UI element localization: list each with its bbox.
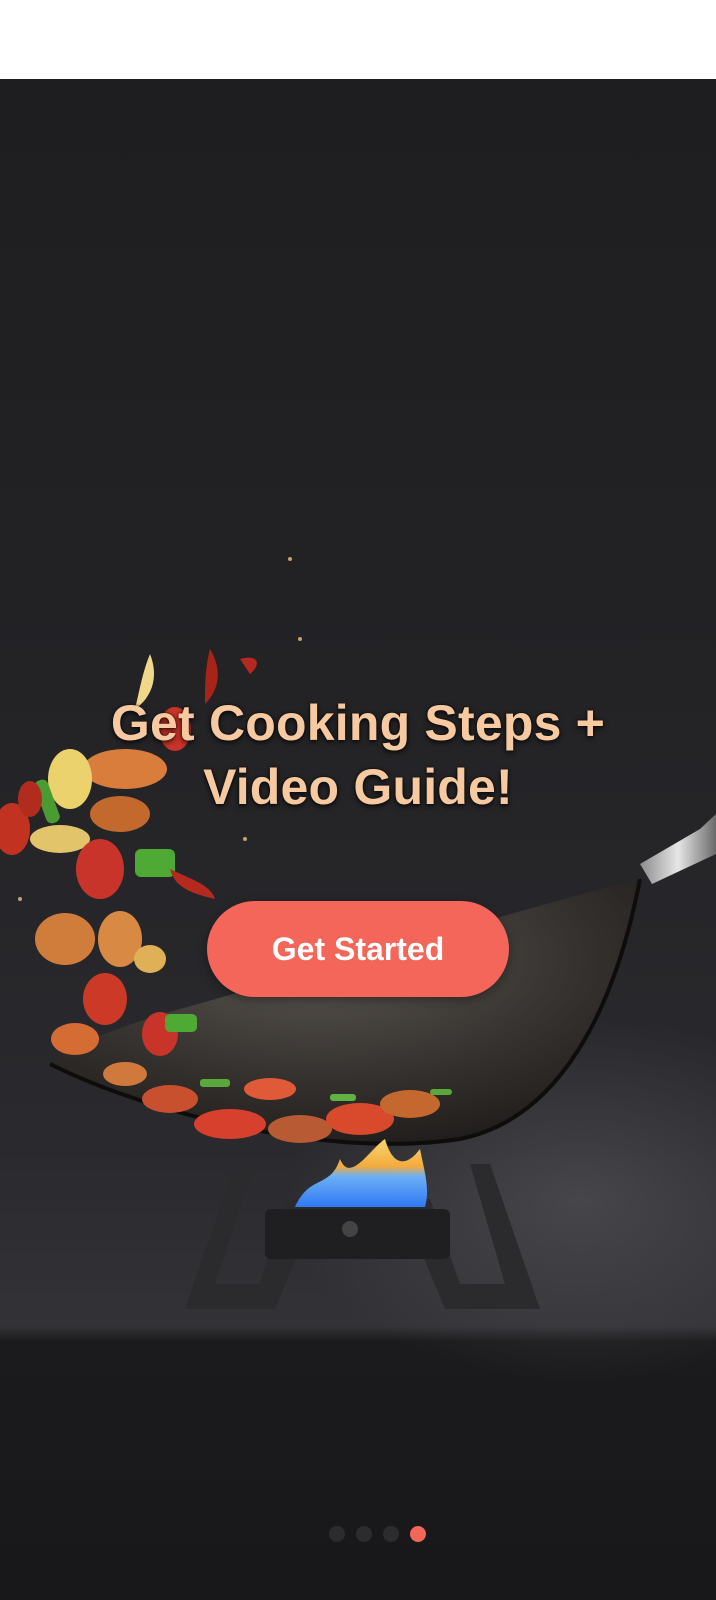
get-started-button[interactable]: Get Started bbox=[207, 901, 509, 997]
headline-line-1: Get Cooking Steps + bbox=[110, 695, 606, 751]
page-dot[interactable] bbox=[328, 1526, 345, 1542]
page-dot[interactable] bbox=[355, 1526, 372, 1542]
page-indicator bbox=[0, 1526, 716, 1542]
onboarding-headline: Get Cooking Steps + Video Guide! bbox=[0, 691, 716, 819]
headline-line-2: Video Guide! bbox=[203, 759, 513, 815]
wok-cooking-illustration bbox=[0, 557, 716, 1309]
onboarding-hero: Get Cooking Steps + Video Guide! Get Sta… bbox=[0, 79, 716, 1600]
status-bar bbox=[0, 0, 716, 79]
page-dot[interactable] bbox=[382, 1526, 399, 1542]
page-dot-active[interactable] bbox=[409, 1526, 426, 1542]
